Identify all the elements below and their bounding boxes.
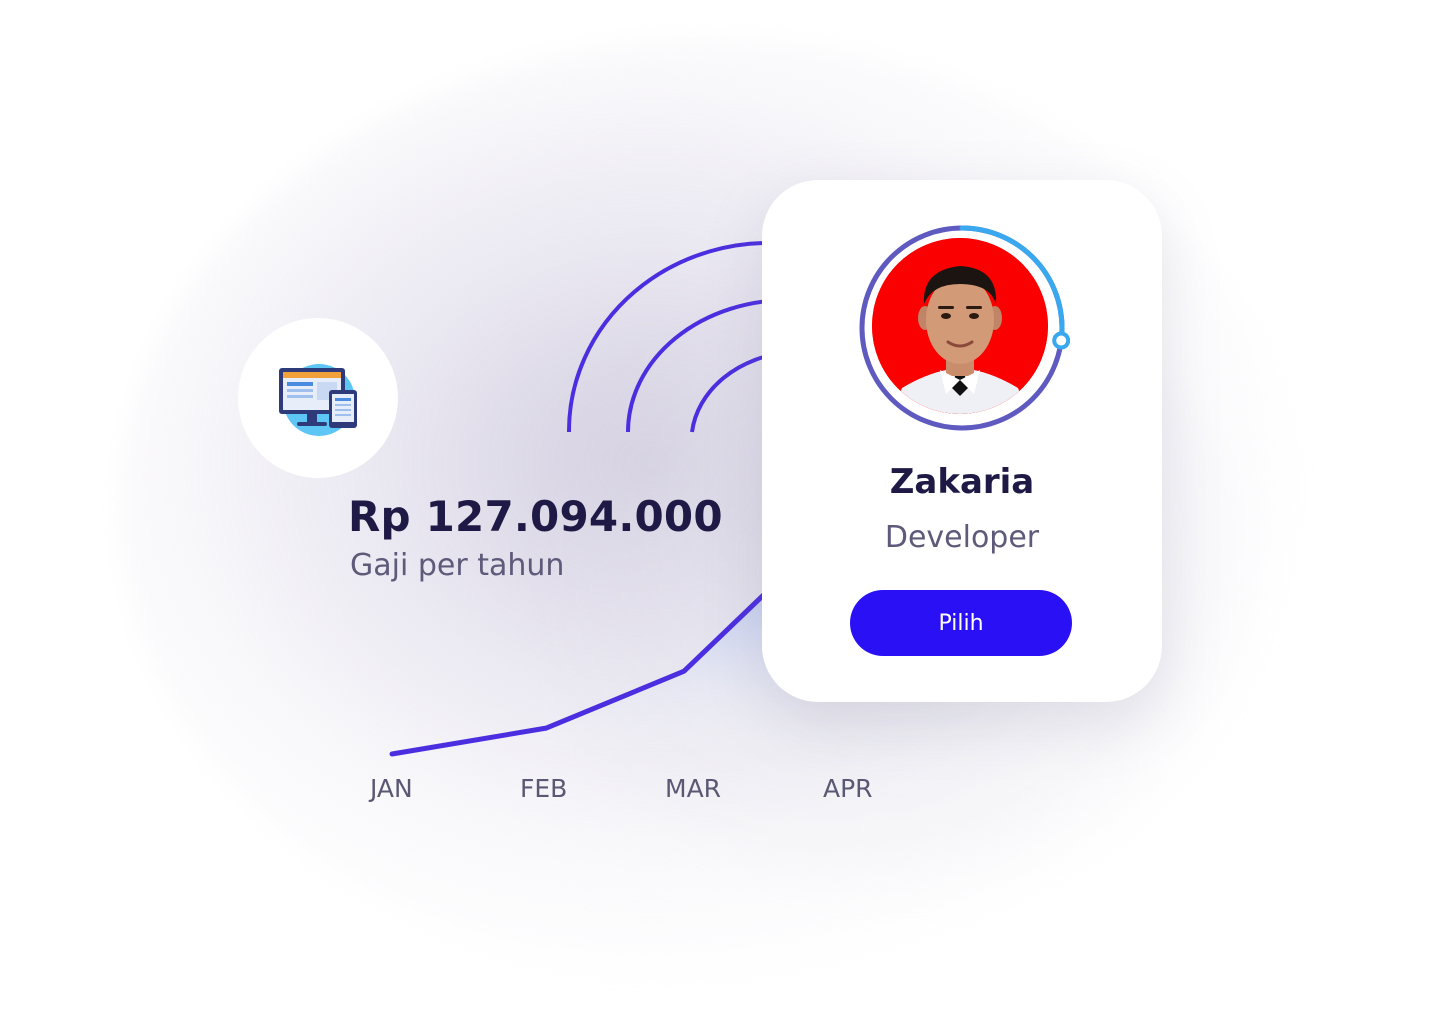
annual-salary-label: Gaji per tahun	[350, 548, 565, 583]
avatar-portrait	[872, 238, 1048, 414]
chart-area-fill	[392, 560, 800, 754]
avatar	[872, 238, 1048, 414]
select-button[interactable]: Pilih	[850, 590, 1072, 656]
annual-salary-amount: Rp 127.094.000	[348, 492, 723, 541]
monitor-tablet-icon	[279, 364, 357, 436]
profile-role: Developer	[884, 520, 1040, 555]
x-tick-label: MAR	[665, 774, 722, 803]
feature-icon-badge	[238, 318, 398, 478]
x-tick-label: JAN	[370, 774, 413, 803]
x-tick-label: FEB	[520, 774, 568, 803]
profile-name: Zakaria	[889, 462, 1035, 502]
avatar-progress-ring	[858, 224, 1071, 436]
profile-card: Zakaria Developer Pilih	[762, 180, 1162, 702]
x-tick-label: APR	[823, 774, 873, 803]
hero-illustration: Rp 127.094.000 Gaji per tahun JAN FEB MA…	[0, 0, 1444, 1034]
progress-ring-knob	[1052, 331, 1071, 350]
